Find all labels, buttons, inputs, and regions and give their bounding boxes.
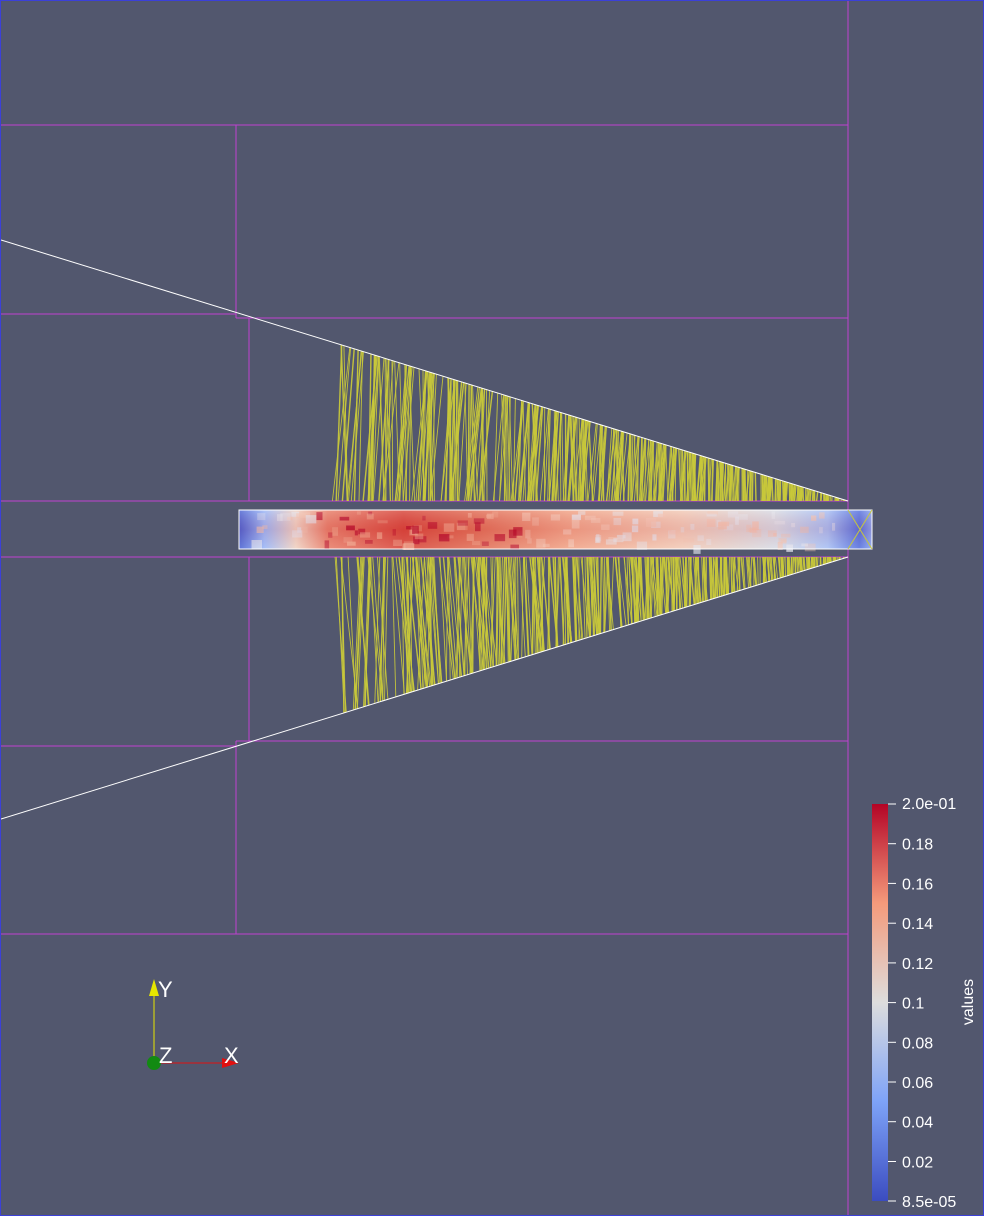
ray — [779, 480, 781, 502]
ray — [824, 494, 827, 502]
ray — [790, 556, 793, 575]
ray — [806, 556, 808, 570]
ray — [678, 556, 680, 610]
cone-upper-edge — [1, 239, 849, 502]
ray — [757, 556, 759, 585]
colorbar-tick-label: 0.1 — [902, 996, 924, 1013]
ray — [813, 556, 816, 568]
ray — [699, 455, 702, 502]
colorbar-tick-label: 0.08 — [902, 1035, 933, 1052]
ray — [554, 556, 558, 648]
colorbar[interactable]: 2.0e-01 8.5e-05 0.180.160.140.120.10.080… — [872, 796, 977, 1211]
colorbar-tick-label: 0.02 — [902, 1155, 933, 1172]
ray — [763, 475, 766, 502]
ray — [802, 487, 805, 502]
ray — [486, 389, 488, 502]
ray — [665, 444, 669, 502]
colorbar-gradient — [872, 804, 888, 1201]
ray — [787, 556, 790, 576]
z-axis-label: Z — [159, 1043, 172, 1068]
ray — [790, 483, 793, 502]
colorbar-tick-label: 0.04 — [902, 1115, 933, 1132]
ray — [812, 490, 815, 502]
ray — [783, 481, 786, 502]
ray — [467, 384, 470, 502]
ray — [670, 556, 673, 612]
ray — [704, 556, 707, 602]
colorbar-tick-label: 0.16 — [902, 876, 933, 893]
ray — [817, 556, 819, 567]
colorbar-tick-label: 0.14 — [902, 916, 933, 933]
slab-shading — [239, 510, 872, 549]
colorbar-min-label: 8.5e-05 — [902, 1194, 956, 1211]
ray — [830, 556, 832, 563]
ray — [828, 495, 830, 502]
ray — [512, 398, 516, 502]
ray — [334, 556, 347, 713]
ray — [660, 556, 662, 615]
ray — [820, 556, 822, 566]
ray — [792, 483, 794, 502]
ray — [686, 556, 689, 607]
ray — [792, 556, 795, 575]
ray — [815, 491, 819, 502]
ray — [754, 472, 757, 502]
render-viewport[interactable]: Y X Z 2.0e-01 8.5e-05 0.18 0.16 0.14 0.12 0.… — [0, 0, 984, 1216]
scene-canvas[interactable]: Y X Z 2.0e-01 8.5e-05 0.180.160.140.120.… — [1, 1, 984, 1216]
ray — [472, 556, 475, 674]
ray — [746, 470, 749, 502]
colorbar-tick-label: 0.06 — [902, 1075, 933, 1092]
ray — [674, 447, 677, 502]
colorbar-tick-label: 0.12 — [902, 956, 933, 973]
ray — [671, 447, 675, 502]
ray — [648, 439, 650, 502]
spatial-grid — [1, 1, 849, 1215]
ray — [391, 556, 397, 697]
colorbar-tick-labels: 0.18 0.16 0.14 0.12 0.1 0.08 0.06 0.04 0.02 — [902, 837, 933, 1172]
ray — [750, 556, 753, 588]
colorbar-tick-label: 0.18 — [902, 837, 933, 854]
ray — [391, 360, 394, 502]
ray — [827, 556, 829, 564]
detector-slab[interactable] — [238, 509, 873, 554]
ray — [561, 412, 564, 502]
ray — [741, 468, 744, 502]
ray — [521, 556, 524, 658]
ray — [581, 556, 586, 639]
colorbar-max-label: 2.0e-01 — [902, 796, 956, 813]
ray — [433, 373, 435, 502]
ray — [703, 556, 706, 602]
ray — [751, 471, 754, 502]
ray — [728, 556, 730, 595]
x-axis-label: X — [224, 1043, 239, 1068]
ray — [599, 556, 602, 634]
orientation-axes: Y X Z — [147, 977, 239, 1070]
ray — [777, 479, 780, 502]
y-axis-label: Y — [158, 977, 173, 1002]
colorbar-title: values — [960, 979, 977, 1025]
ray — [503, 395, 506, 502]
colorbar-ticks — [888, 803, 896, 1202]
